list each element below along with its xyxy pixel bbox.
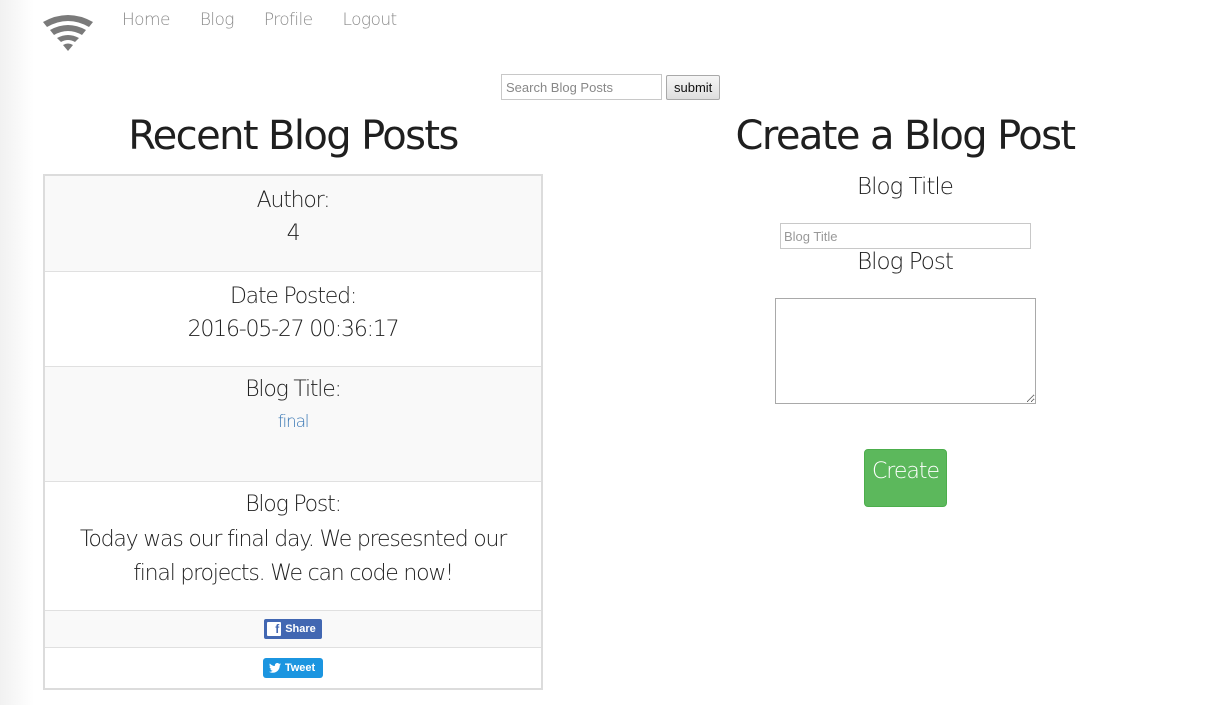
blog-post-label: Blog Post:: [245, 492, 342, 517]
blog-title-label: Blog Title:: [245, 377, 342, 402]
blog-post-table: Author: 4 Date Posted: 2016-05-27 00:36:…: [43, 174, 543, 690]
wifi-logo-icon[interactable]: [41, 12, 95, 52]
search-form: submit: [501, 74, 721, 100]
search-submit-button[interactable]: submit: [666, 75, 721, 100]
nav-logout-link[interactable]: Logout: [343, 10, 398, 30]
facebook-icon: f: [267, 622, 282, 636]
create-post-heading: Create a Blog Post: [735, 113, 1076, 159]
blog-post-field-label: Blog Post: [857, 249, 954, 275]
nav-home-link[interactable]: Home: [122, 10, 170, 30]
author-cell: Author: 4: [45, 176, 541, 271]
nav-blog-link[interactable]: Blog: [200, 10, 235, 30]
facebook-share-button[interactable]: f Share: [264, 619, 322, 639]
author-value: 4: [286, 221, 301, 246]
recent-posts-heading: Recent Blog Posts: [128, 113, 459, 159]
create-button[interactable]: Create: [864, 449, 947, 507]
share-label: Share: [285, 623, 316, 635]
search-input[interactable]: [501, 74, 662, 100]
blog-post-textarea[interactable]: [775, 298, 1036, 404]
twitter-icon: [268, 663, 281, 673]
tweet-cell: Tweet: [45, 647, 541, 688]
main-nav: Home Blog Profile Logout: [122, 10, 427, 30]
blog-title-link[interactable]: final: [278, 412, 310, 432]
blog-post-cell: Blog Post: Today was our final day. We p…: [45, 481, 541, 610]
share-cell: f Share: [45, 610, 541, 647]
tweet-label: Tweet: [284, 662, 316, 674]
blog-title-cell: Blog Title: final: [45, 366, 541, 481]
date-value: 2016-05-27 00:36:17: [187, 317, 400, 342]
author-label: Author:: [256, 188, 331, 213]
blog-post-body: Today was our final day. We presesnted o…: [79, 527, 508, 586]
tweet-button[interactable]: Tweet: [262, 658, 324, 678]
blog-title-input[interactable]: [780, 223, 1031, 249]
blog-title-field-label: Blog Title: [857, 174, 954, 200]
create-post-section: Create a Blog Post: [655, 113, 1155, 159]
date-label: Date Posted:: [229, 284, 357, 309]
nav-profile-link[interactable]: Profile: [264, 10, 313, 30]
date-cell: Date Posted: 2016-05-27 00:36:17: [45, 271, 541, 366]
